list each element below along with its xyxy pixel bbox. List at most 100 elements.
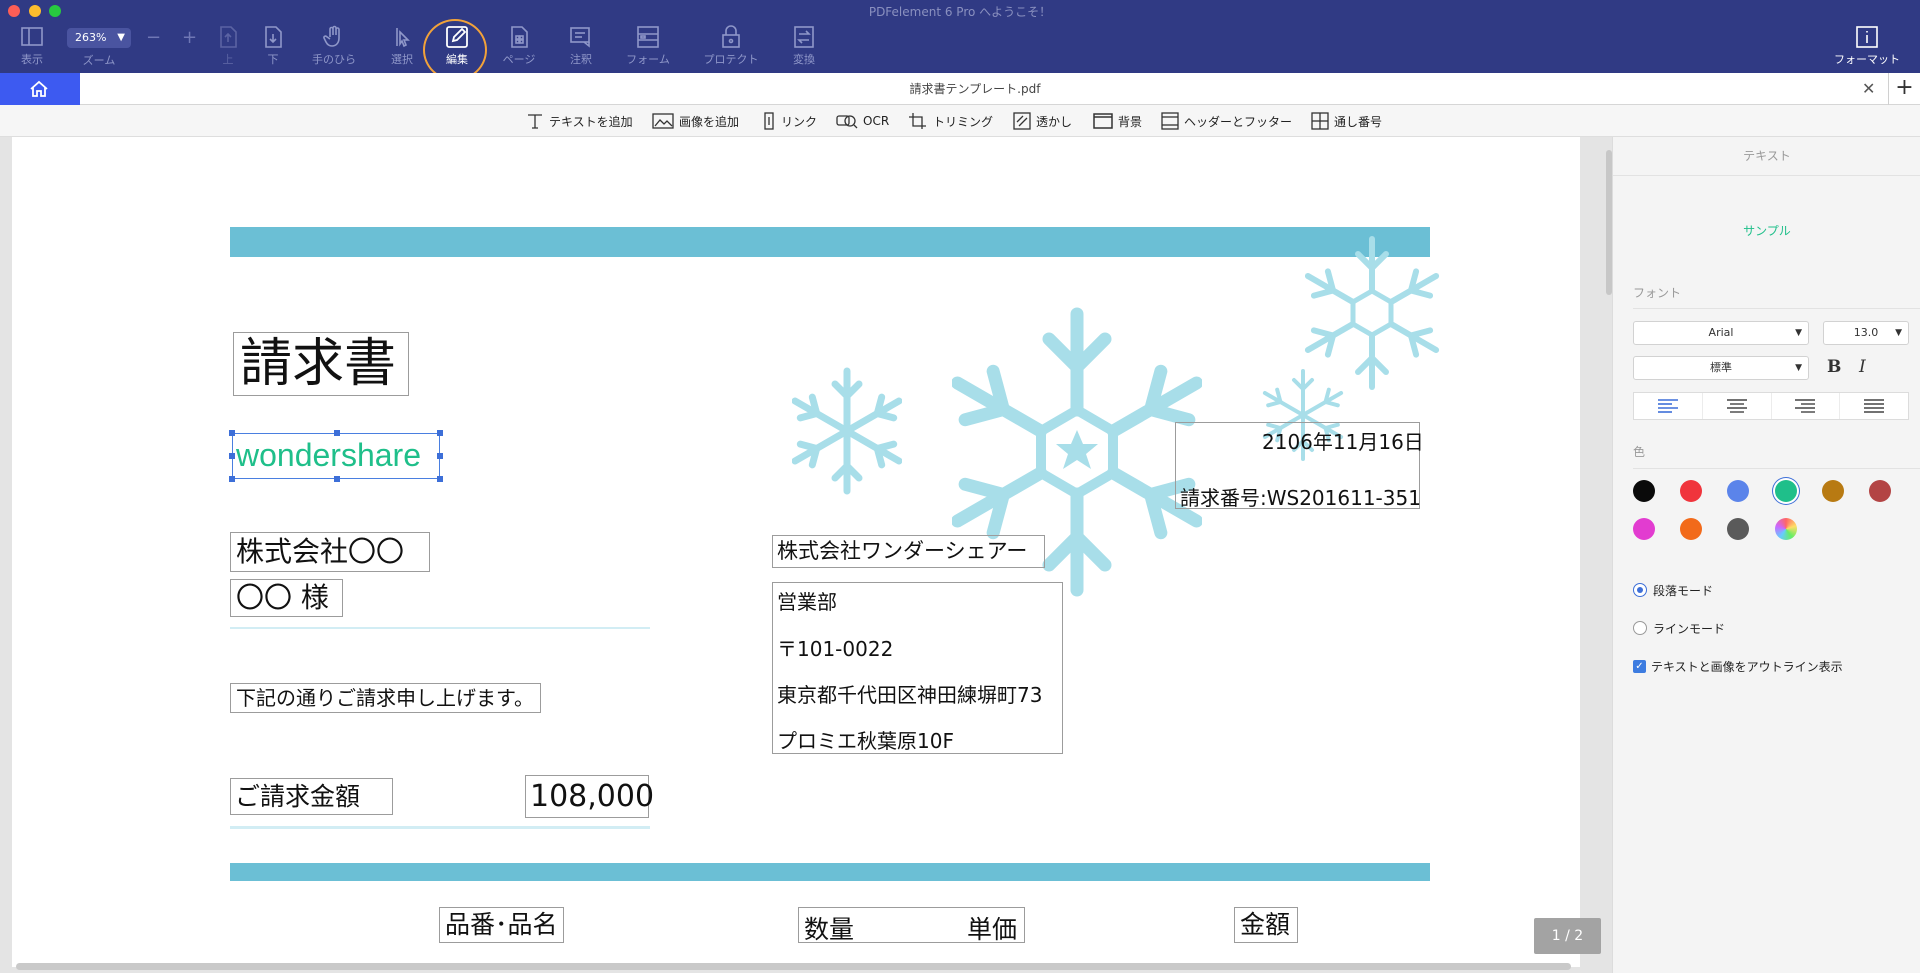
invoice-title[interactable]: 請求書	[233, 332, 409, 396]
page-down-button[interactable]: 下	[241, 22, 305, 70]
form-icon	[637, 26, 659, 48]
color-swatch-magenta[interactable]	[1633, 518, 1655, 540]
home-icon	[30, 80, 48, 97]
font-size-value: 13.0	[1853, 326, 1879, 339]
align-justify-button[interactable]	[1840, 393, 1908, 419]
bold-button[interactable]: B	[1827, 357, 1841, 377]
resize-handle[interactable]	[229, 453, 235, 459]
color-swatch-black[interactable]	[1633, 480, 1655, 502]
close-tab-icon[interactable]: ✕	[1862, 79, 1875, 98]
italic-button[interactable]: I	[1859, 357, 1866, 377]
zoom-label: ズーム	[82, 54, 116, 67]
amount-label[interactable]: ご請求金額	[230, 778, 393, 815]
add-tab-button[interactable]: +	[1888, 73, 1920, 105]
resize-handle[interactable]	[229, 430, 235, 436]
protect-tool-button[interactable]: プロテクト	[699, 22, 763, 70]
form-tool-button[interactable]: フォーム	[616, 22, 680, 70]
sender-company[interactable]: 株式会社ワンダーシェアー	[772, 535, 1045, 568]
invoice-message[interactable]: 下記の通りご請求申し上げます。	[230, 683, 541, 713]
font-size-select[interactable]: 13.0 ▼	[1823, 321, 1909, 345]
comment-tool-button[interactable]: 注釈	[549, 22, 613, 70]
document-tab-title[interactable]: 請求書テンプレート.pdf	[80, 73, 1870, 105]
sender-building[interactable]: プロミエ秋葉原10F	[777, 725, 954, 754]
font-family-select[interactable]: Arial ▼	[1633, 321, 1809, 345]
outline-checkbox[interactable]: ✓	[1633, 660, 1646, 673]
column-header-unit-price[interactable]: 単価	[967, 910, 1017, 946]
column-header-item[interactable]: 品番･品名	[439, 907, 564, 943]
watermark-button[interactable]: 透かし	[1013, 111, 1072, 131]
page-down-icon	[265, 26, 282, 48]
color-swatch-blue[interactable]	[1727, 480, 1749, 502]
column-header-amount[interactable]: 金額	[1234, 907, 1298, 943]
add-image-label: 画像を追加	[679, 114, 740, 129]
sender-postal-code[interactable]: 〒101-0022	[777, 633, 893, 662]
home-tab[interactable]	[0, 73, 80, 105]
color-picker-wheel[interactable]	[1775, 518, 1797, 540]
add-image-button[interactable]: 画像を追加	[652, 111, 739, 131]
align-left-button[interactable]	[1634, 393, 1703, 419]
header-footer-button[interactable]: ヘッダーとフッター	[1161, 111, 1292, 131]
align-right-button[interactable]	[1772, 393, 1841, 419]
text-sample: サンプル	[1743, 224, 1791, 238]
line-mode-radio[interactable]	[1633, 621, 1647, 635]
bates-numbering-label: 通し番号	[1334, 114, 1383, 129]
color-swatch-gray[interactable]	[1727, 518, 1749, 540]
pdf-page[interactable]: 請求書 wondershare 株式会社〇〇 〇〇 様 2106年11月16日 …	[12, 137, 1580, 967]
ocr-button[interactable]: OCR	[836, 111, 889, 131]
convert-tool-button[interactable]: 変換	[772, 22, 836, 70]
column-header-quantity[interactable]: 数量	[804, 910, 854, 946]
horizontal-scrollbar[interactable]	[16, 963, 1571, 970]
client-name[interactable]: 〇〇 様	[230, 579, 343, 617]
chevron-down-icon: ▼	[1795, 363, 1802, 373]
hand-icon	[323, 25, 340, 47]
zoom-out-button[interactable]: −	[146, 27, 161, 48]
resize-handle[interactable]	[229, 476, 235, 482]
background-button[interactable]: 背景	[1093, 111, 1142, 131]
paragraph-mode-radio[interactable]	[1633, 583, 1647, 597]
align-right-icon	[1795, 399, 1816, 413]
page-tool-button[interactable]: ページ	[487, 22, 551, 70]
format-button[interactable]: フォーマット	[1832, 22, 1902, 70]
resize-handle[interactable]	[334, 430, 340, 436]
protect-tool-label: プロテクト	[703, 53, 759, 66]
amount-value[interactable]: 108,000	[525, 775, 654, 818]
resize-handle[interactable]	[334, 476, 340, 482]
link-button[interactable]: リンク	[762, 111, 817, 131]
color-swatch-brown[interactable]	[1822, 480, 1844, 502]
company-logo-text[interactable]: wondershare	[232, 433, 440, 479]
resize-handle[interactable]	[437, 476, 443, 482]
view-button[interactable]: 表示	[0, 22, 64, 70]
client-company[interactable]: 株式会社〇〇	[230, 532, 430, 572]
page-tool-label: ページ	[502, 53, 536, 66]
invoice-number[interactable]: 請求番号:WS201611-351	[1180, 482, 1421, 511]
color-swatch-green[interactable]	[1775, 480, 1797, 502]
resize-handle[interactable]	[437, 453, 443, 459]
zoom-in-button[interactable]: +	[182, 27, 197, 48]
invoice-date[interactable]: 2106年11月16日	[1262, 426, 1424, 455]
align-center-button[interactable]	[1703, 393, 1772, 419]
color-swatch-dark-red[interactable]	[1869, 480, 1891, 502]
crop-button[interactable]: トリミング	[908, 111, 993, 131]
add-text-button[interactable]: テキストを追加	[526, 111, 633, 131]
sender-address[interactable]: 東京都千代田区神田練塀町73	[777, 679, 1042, 708]
edit-toolbar: テキストを追加 画像を追加 リンク OCR トリミング 透かし 背景 ヘッダーと…	[0, 105, 1920, 137]
hand-tool-button[interactable]: 手のひら	[302, 22, 366, 70]
convert-icon	[794, 26, 814, 48]
color-swatch-orange[interactable]	[1680, 518, 1702, 540]
edit-tool-label: 編集	[446, 53, 468, 66]
edit-tool-button[interactable]: 編集	[425, 22, 489, 70]
document-viewer: 請求書 wondershare 株式会社〇〇 〇〇 様 2106年11月16日 …	[0, 137, 1612, 973]
bates-numbering-button[interactable]: 通し番号	[1311, 111, 1382, 131]
link-label: リンク	[781, 114, 818, 129]
line-mode-label: ラインモード	[1653, 622, 1726, 636]
image-icon	[652, 113, 674, 129]
snowflake-small-image	[792, 367, 902, 495]
main-toolbar: PDFelement 6 Pro へようこそ！ 表示 263% ▼ ズーム − …	[0, 0, 1920, 81]
font-style-select[interactable]: 標準 ▼	[1633, 356, 1809, 380]
resize-handle[interactable]	[437, 430, 443, 436]
paragraph-mode-label: 段落モード	[1653, 584, 1714, 598]
sender-department[interactable]: 営業部	[777, 586, 837, 615]
watermark-icon	[1013, 112, 1031, 130]
color-swatch-red[interactable]	[1680, 480, 1702, 502]
zoom-select[interactable]: 263% ▼	[67, 28, 131, 48]
